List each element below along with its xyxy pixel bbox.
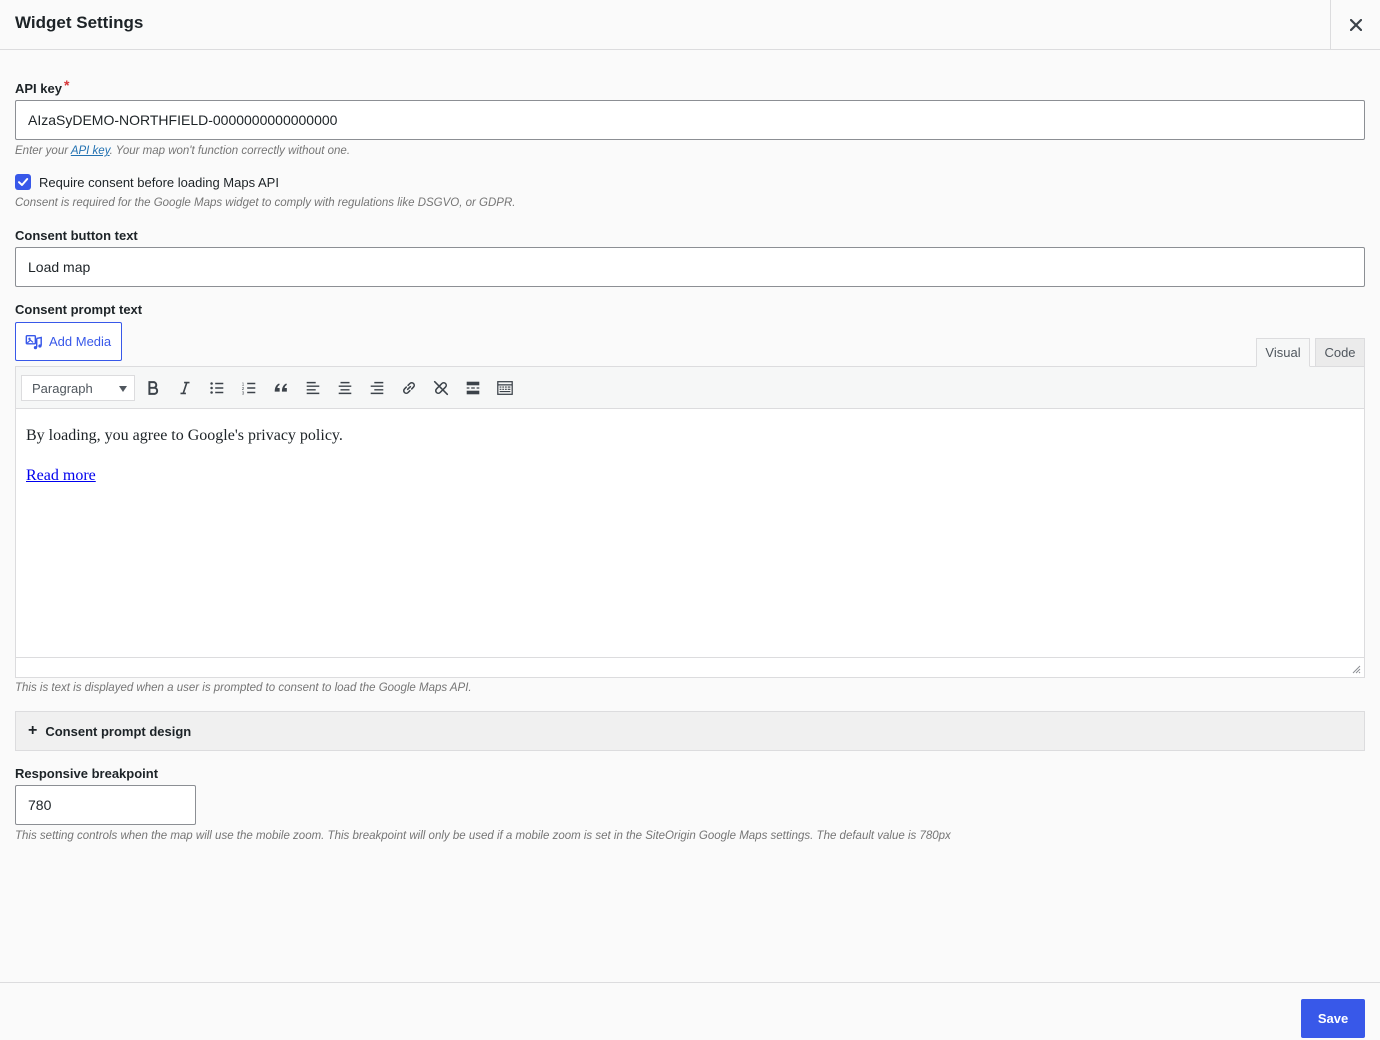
align-right-button[interactable] <box>365 376 389 400</box>
api-key-desc-suffix: . Your map won't function correctly with… <box>109 145 351 157</box>
align-left-button[interactable] <box>301 376 325 400</box>
toolbar-toggle-icon <box>497 381 513 395</box>
svg-text:3: 3 <box>242 390 245 395</box>
consent-prompt-design-label: Consent prompt design <box>45 723 192 739</box>
content-paragraph: By loading, you agree to Google's privac… <box>26 427 343 444</box>
api-key-desc-prefix: Enter your <box>15 145 71 157</box>
align-center-icon <box>338 381 352 395</box>
dialog-title: Widget Settings <box>15 13 144 32</box>
plus-icon: + <box>28 722 38 739</box>
format-select[interactable]: Paragraph <box>21 375 135 401</box>
dialog-footer: Save <box>0 982 1380 1040</box>
api-key-input[interactable] <box>15 100 1365 140</box>
tab-code[interactable]: Code <box>1315 338 1365 367</box>
consent-checkbox-row[interactable]: Require consent before loading Maps API <box>15 174 279 190</box>
required-mark: * <box>63 77 70 93</box>
save-button[interactable]: Save <box>1301 999 1365 1038</box>
close-button[interactable] <box>1330 0 1380 49</box>
italic-icon <box>180 381 190 395</box>
bold-icon <box>148 381 159 395</box>
align-center-button[interactable] <box>333 376 357 400</box>
bullet-list-icon <box>210 382 224 394</box>
editor-toolbar: Paragraph 123 <box>16 367 1364 409</box>
editor-status-bar <box>16 657 1364 677</box>
read-more-button[interactable] <box>461 376 485 400</box>
consent-prompt-description: This is text is displayed when a user is… <box>15 682 472 694</box>
consent-button-label: Consent button text <box>15 228 138 243</box>
editor-content[interactable]: By loading, you agree to Google's privac… <box>26 425 343 505</box>
breakpoint-label: Responsive breakpoint <box>15 766 159 781</box>
read-more-icon <box>466 381 480 395</box>
api-key-description: Enter your API key. Your map won't funct… <box>15 145 350 157</box>
toolbar-toggle-button[interactable] <box>493 376 517 400</box>
resize-handle-icon[interactable] <box>1351 664 1361 674</box>
close-icon <box>1349 18 1362 31</box>
consent-checkbox-label[interactable]: Require consent before loading Maps API <box>39 175 279 190</box>
link-icon <box>403 382 415 394</box>
breakpoint-description: This setting controls when the map will … <box>15 830 951 842</box>
add-media-icon <box>25 334 42 349</box>
blockquote-button[interactable] <box>269 376 293 400</box>
consent-prompt-label: Consent prompt text <box>15 302 143 317</box>
unlink-icon <box>433 380 449 396</box>
api-key-label: API key * <box>15 77 70 96</box>
italic-button[interactable] <box>173 376 197 400</box>
tab-visual[interactable]: Visual <box>1256 338 1310 367</box>
dialog-header: Widget Settings <box>0 0 1380 50</box>
add-media-button[interactable]: Add Media <box>15 322 122 361</box>
api-key-link[interactable]: API key <box>71 145 110 157</box>
format-select-value: Paragraph <box>32 380 93 396</box>
unlink-button[interactable] <box>429 376 453 400</box>
checkmark-icon <box>18 178 29 186</box>
rich-text-editor[interactable]: Paragraph 123 By loading, you agree to G… <box>15 366 1365 678</box>
align-left-icon <box>306 381 320 395</box>
link-button[interactable] <box>397 376 421 400</box>
api-key-label-text: API key <box>15 81 62 96</box>
consent-description: Consent is required for the Google Maps … <box>15 197 516 209</box>
consent-prompt-design-toggle[interactable]: + Consent prompt design <box>15 711 1365 751</box>
bold-button[interactable] <box>141 376 165 400</box>
numbered-list-button[interactable]: 123 <box>237 376 261 400</box>
read-more-link[interactable]: Read more <box>26 467 96 484</box>
consent-checkbox[interactable] <box>15 174 31 190</box>
consent-button-input[interactable] <box>15 247 1365 287</box>
chevron-down-icon <box>119 386 127 392</box>
align-right-icon <box>370 381 384 395</box>
bullet-list-button[interactable] <box>205 376 229 400</box>
add-media-label: Add Media <box>49 334 112 349</box>
blockquote-icon <box>274 383 287 392</box>
numbered-list-icon: 123 <box>242 381 256 395</box>
breakpoint-input[interactable] <box>15 785 196 825</box>
